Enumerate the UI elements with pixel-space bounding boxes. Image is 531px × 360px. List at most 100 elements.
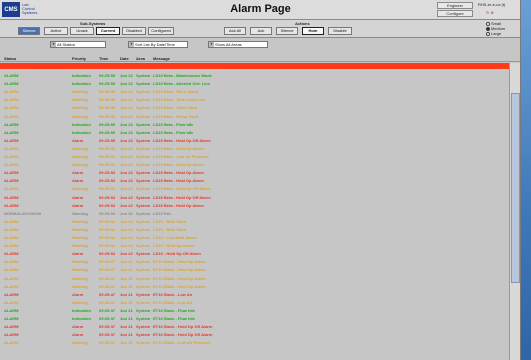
alarm-list: ALARM Indication 09:25:55 Jun 22 System LD19 … xyxy=(0,70,505,360)
alarm-time: 09:25:37 xyxy=(99,307,116,313)
alarm-row[interactable]: ALARM Indication 09:25:55 Jun 22 System LD19 … xyxy=(0,81,505,86)
alarm-message: LD19 - Hold Dp Off Alarm xyxy=(153,251,201,257)
configure-button[interactable]: Configure xyxy=(437,10,473,17)
active-alarm-banner[interactable] xyxy=(0,63,520,69)
hom-button[interactable]: Hom xyxy=(302,27,324,35)
alarm-time: 09:25:54 xyxy=(99,154,116,159)
alarm-message: LD19 Beta - Flow Idle xyxy=(153,121,194,127)
alarm-row[interactable]: ALARM Warning 09:25:55 Jun 22 System LD19 Bet… xyxy=(0,105,505,110)
alarm-priority: Warning xyxy=(72,259,88,265)
alarm-date: Jun 22 xyxy=(120,162,133,168)
alarm-row[interactable]: ALARM Indication 09:25:37 Jun 21 System ET13 … xyxy=(0,316,505,321)
sub-system-unack-button[interactable]: Unack xyxy=(70,27,94,35)
alarm-status: ALARM xyxy=(4,170,19,176)
alarm-row[interactable]: ALARM Warning 09:25:54 Jun 22 System LD19 Bet… xyxy=(0,162,505,167)
alarm-row[interactable]: ALARM Warning 09:25:47 Jun 21 System ET13 Sta… xyxy=(0,267,505,272)
station-select[interactable]: ▼ All Station xyxy=(50,41,106,48)
alarm-status: ALARM xyxy=(4,194,19,200)
alarm-time: 09:25:54 xyxy=(99,162,116,168)
alarm-message: LD19 Beta - Low Air Pressure xyxy=(153,154,209,159)
alarm-time: 09:25:54 xyxy=(99,226,116,232)
alarm-row[interactable]: ALARM Warning 09:25:54 Jun 22 System LD19 Bet… xyxy=(0,186,505,191)
alarm-row[interactable]: ALARM Indication 09:25:55 Jun 22 System LD19 … xyxy=(0,122,505,127)
engineer-button[interactable]: Engineer xyxy=(437,2,473,9)
column-status[interactable]: Status xyxy=(4,56,16,61)
sub-system-current-button[interactable]: Current xyxy=(96,27,120,35)
alarm-status: ALARM xyxy=(4,291,19,297)
alarm-time: 09:25:54 xyxy=(99,186,116,192)
column-area[interactable]: Area xyxy=(136,56,145,61)
alarm-priority: Warning xyxy=(72,162,88,168)
alarm-area: System xyxy=(136,316,151,321)
alarm-message: ET13 Stack - Hold Dp Alarm xyxy=(153,259,206,265)
alarm-message: LD19 - Bath Fault xyxy=(153,218,186,224)
sub-system-configured-button[interactable]: Configured xyxy=(148,27,174,35)
sub-system-active-button[interactable]: Active xyxy=(44,27,68,35)
alarm-row[interactable]: ALARM Alarm 09:25:37 Jun 21 System ET13 Stack… xyxy=(0,332,505,337)
alarm-row[interactable]: ALARM Warning 09:25:54 Jun 22 System LD19 Bet… xyxy=(0,154,505,159)
alarm-time: 09:25:55 xyxy=(99,105,116,111)
alarm-row[interactable]: ALARM Indication 09:25:55 Jun 22 System LD19 … xyxy=(0,130,505,135)
alarm-row[interactable]: ALARM Indication 09:25:37 Jun 21 System ET13 … xyxy=(0,308,505,313)
area-select[interactable]: ▼ Show All Areas xyxy=(208,41,268,48)
alarm-row[interactable]: ALARM Alarm 09:25:54 Jun 22 System LD19 Beta … xyxy=(0,178,505,183)
alarm-row[interactable]: ALARM Warning 09:25:47 Jun 21 System ET13 Sta… xyxy=(0,284,505,289)
size-large-radio[interactable]: Large xyxy=(486,31,501,36)
alarm-row[interactable]: ALARM Warning 09:25:54 Jun 22 System LD19 - B… xyxy=(0,219,505,224)
status-icons[interactable]: ↻ ⊗ xyxy=(486,10,494,16)
alarm-row[interactable]: ALARM Alarm 09:25:47 Jun 21 System ET13 Stack… xyxy=(0,292,505,297)
alarm-row[interactable]: ALARM Warning 09:25:54 Jun 22 System LD19 - L… xyxy=(0,235,505,240)
alarm-row[interactable]: ALARM Warning 09:25:37 Jun 21 System ET13 Sta… xyxy=(0,340,505,345)
alarm-status: ALARM xyxy=(4,332,19,338)
alarm-time: 09:25:55 xyxy=(99,73,116,78)
alarm-time: 09:25:54 xyxy=(99,218,116,224)
alarm-message: LD19 Beta - Hold Dp Off Alarm xyxy=(153,137,211,143)
alarm-row[interactable]: ALARM Alarm 09:25:54 Jun 22 System LD19 Beta … xyxy=(0,170,505,175)
alarm-row[interactable]: ALARM Alarm 09:25:54 Jun 22 System LD19 - Hol… xyxy=(0,251,505,256)
column-message[interactable]: Message xyxy=(153,56,170,61)
alarm-priority: Warning xyxy=(72,267,88,273)
alarm-message: LD19 Beta - Hi/Lo Alarm xyxy=(153,89,199,95)
alarm-status: ALARM xyxy=(4,235,19,240)
alarm-row[interactable]: ALARM Alarm 09:25:54 Jun 22 System LD19 Beta … xyxy=(0,203,505,208)
alarm-row[interactable]: ALARM Indication 09:25:55 Jun 22 System LD19 … xyxy=(0,73,505,78)
vertical-scrollbar[interactable] xyxy=(509,63,520,360)
disable-button[interactable]: Disable xyxy=(328,27,352,35)
column-date[interactable]: Date xyxy=(120,56,129,61)
alarm-priority: Warning xyxy=(72,243,88,249)
alarm-priority: Alarm xyxy=(72,291,84,297)
sub-system-disabled-button[interactable]: Disabled xyxy=(122,27,146,35)
alarm-message: LD19 Beta - Hold Dp Alarm xyxy=(153,202,204,208)
alarm-priority: Warning xyxy=(72,145,88,151)
column-time[interactable]: Time xyxy=(99,56,108,61)
sub-system-silence-button[interactable]: Silence xyxy=(18,27,40,35)
ack-all-button[interactable]: Ack All xyxy=(224,27,246,35)
scrollbar-thumb[interactable] xyxy=(511,93,520,283)
sort-select[interactable]: ▼ Sort List By Date/Time xyxy=(128,41,188,48)
alarm-status: ALARM xyxy=(4,162,19,168)
alarm-time: 09:25:37 xyxy=(99,324,116,330)
alarm-row[interactable]: NORMAL/ACKNOW Warning 09:25:54 Jun 22 System… xyxy=(0,211,505,216)
ack-button[interactable]: Ack xyxy=(250,27,272,35)
alarm-row[interactable]: ALARM Warning 09:25:47 Jun 21 System ET13 Sta… xyxy=(0,276,505,281)
alarm-row[interactable]: ALARM Warning 09:25:54 Jun 22 System LD19 - H… xyxy=(0,243,505,248)
alarm-row[interactable]: ALARM Warning 09:25:47 Jun 21 System ET13 Sta… xyxy=(0,259,505,264)
alarm-date: Jun 22 xyxy=(120,137,133,143)
alarm-date: Jun 22 xyxy=(120,178,133,184)
alarm-row[interactable]: ALARM Warning 09:25:47 Jun 21 System ET13 Sta… xyxy=(0,300,505,305)
alarm-row[interactable]: ALARM Warning 09:25:54 Jun 22 System LD19 - B… xyxy=(0,227,505,232)
alarm-time: 09:25:55 xyxy=(99,129,116,135)
alarm-time: 09:25:47 xyxy=(99,275,116,281)
alarm-row[interactable]: ALARM Warning 09:25:55 Jun 22 System LD19 Bet… xyxy=(0,146,505,151)
alarm-message: LD19 - Low Bath Alarm xyxy=(153,235,197,240)
column-priority[interactable]: Priority xyxy=(72,56,86,61)
alarm-time: 09:25:55 xyxy=(99,113,116,119)
alarm-row[interactable]: ALARM Warning 09:25:55 Jun 22 System LD19 Bet… xyxy=(0,97,505,102)
alarm-row[interactable]: ALARM Warning 09:25:55 Jun 22 System LD19 Bet… xyxy=(0,89,505,94)
alarm-row[interactable]: ALARM Alarm 09:25:54 Jun 22 System LD19 Beta … xyxy=(0,195,505,200)
alarm-row[interactable]: ALARM Alarm 09:25:55 Jun 22 System LD19 Beta … xyxy=(0,138,505,143)
silence-button[interactable]: Silence xyxy=(276,27,298,35)
alarm-row[interactable]: ALARM Alarm 09:25:37 Jun 21 System ET13 Stack… xyxy=(0,324,505,329)
alarm-date: Jun 22 xyxy=(120,129,133,135)
alarm-row[interactable]: ALARM Warning 09:25:55 Jun 22 System LD19 Bet… xyxy=(0,114,505,119)
